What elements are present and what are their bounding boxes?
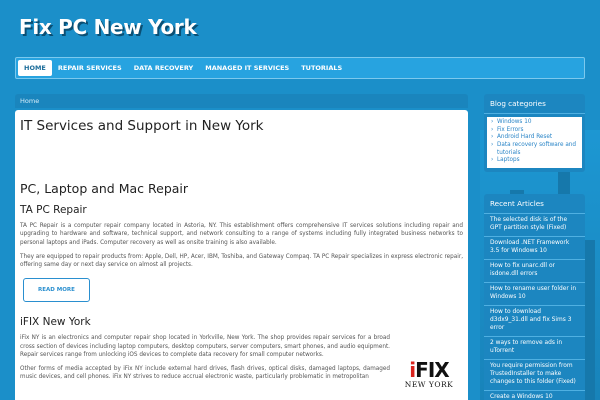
category-link-laptops[interactable]: Laptops: [491, 157, 578, 165]
nav-item-tutorials[interactable]: TUTORIALS: [295, 58, 348, 78]
main-content: IT Services and Support in New York PC, …: [15, 110, 468, 400]
ifix-new-york-heading[interactable]: iFIX New York: [20, 316, 463, 328]
read-more-button[interactable]: READ MORE: [23, 278, 90, 303]
ifix-logo-wordmark: iFIX: [398, 360, 460, 380]
page-title: IT Services and Support in New York: [20, 118, 264, 134]
ifix-logo-fix: FIX: [415, 358, 450, 382]
recent-article-link[interactable]: 2 ways to remove ads in uTorrent: [484, 337, 585, 360]
main-navigation: HOME REPAIR SERVICES DATA RECOVERY MANAG…: [15, 57, 585, 79]
recent-article-link[interactable]: How to rename user folder in Windows 10: [484, 283, 585, 306]
category-link-windows-10[interactable]: Windows 10: [491, 119, 578, 127]
ifix-paragraph-2: Other forms of media accepted by iFix NY…: [20, 366, 390, 381]
section-title: PC, Laptop and Mac Repair: [20, 181, 189, 196]
ifix-logo[interactable]: iFIX NEW YORK: [398, 360, 460, 400]
nav-item-repair-services[interactable]: REPAIR SERVICES: [52, 58, 128, 78]
recent-article-link[interactable]: The selected disk is of the GPT partitio…: [484, 214, 585, 237]
category-link-android-hard-reset[interactable]: Android Hard Reset: [491, 134, 578, 142]
category-link-data-recovery[interactable]: Data recovery software and tutorials: [491, 142, 578, 157]
ta-pc-repair-paragraph-2: They are equipped to repair products fro…: [20, 253, 463, 269]
recent-article-link[interactable]: How to fix unarc.dll or isdone.dll error…: [484, 260, 585, 283]
blog-categories-title: Blog categories: [484, 94, 585, 114]
recent-articles-widget: Recent Articles The selected disk is of …: [484, 194, 585, 400]
recent-article-link[interactable]: How to download d3dx9_31.dll and fix Sim…: [484, 306, 585, 337]
blog-categories-widget: Blog categories Windows 10 Fix Errors An…: [484, 94, 585, 173]
ifix-logo-subtitle: NEW YORK: [404, 380, 454, 389]
recent-article-link[interactable]: Download .NET Framework 3.5 for Windows …: [484, 237, 585, 260]
recent-article-link[interactable]: You require permission from TrustedInsta…: [484, 360, 585, 391]
breadcrumb-home-link[interactable]: Home: [20, 97, 39, 105]
site-title[interactable]: Fix PC New York: [19, 15, 197, 39]
breadcrumb: Home: [15, 94, 468, 108]
category-link-fix-errors[interactable]: Fix Errors: [491, 127, 578, 135]
recent-article-link[interactable]: Create a Windows 10 bootable USB flash d…: [484, 391, 585, 400]
ifix-paragraph-1: iFix NY is an electronics and computer r…: [20, 335, 390, 358]
nav-item-data-recovery[interactable]: DATA RECOVERY: [128, 58, 200, 78]
ta-pc-repair-heading[interactable]: TA PC Repair: [20, 204, 463, 216]
recent-articles-title: Recent Articles: [484, 194, 585, 214]
category-list: Windows 10 Fix Errors Android Hard Reset…: [487, 117, 582, 169]
ta-pc-repair-paragraph-1: TA PC Repair is a computer repair compan…: [20, 223, 463, 246]
nav-item-managed-it-services[interactable]: MANAGED IT SERVICES: [199, 58, 295, 78]
nav-item-home[interactable]: HOME: [18, 60, 52, 76]
